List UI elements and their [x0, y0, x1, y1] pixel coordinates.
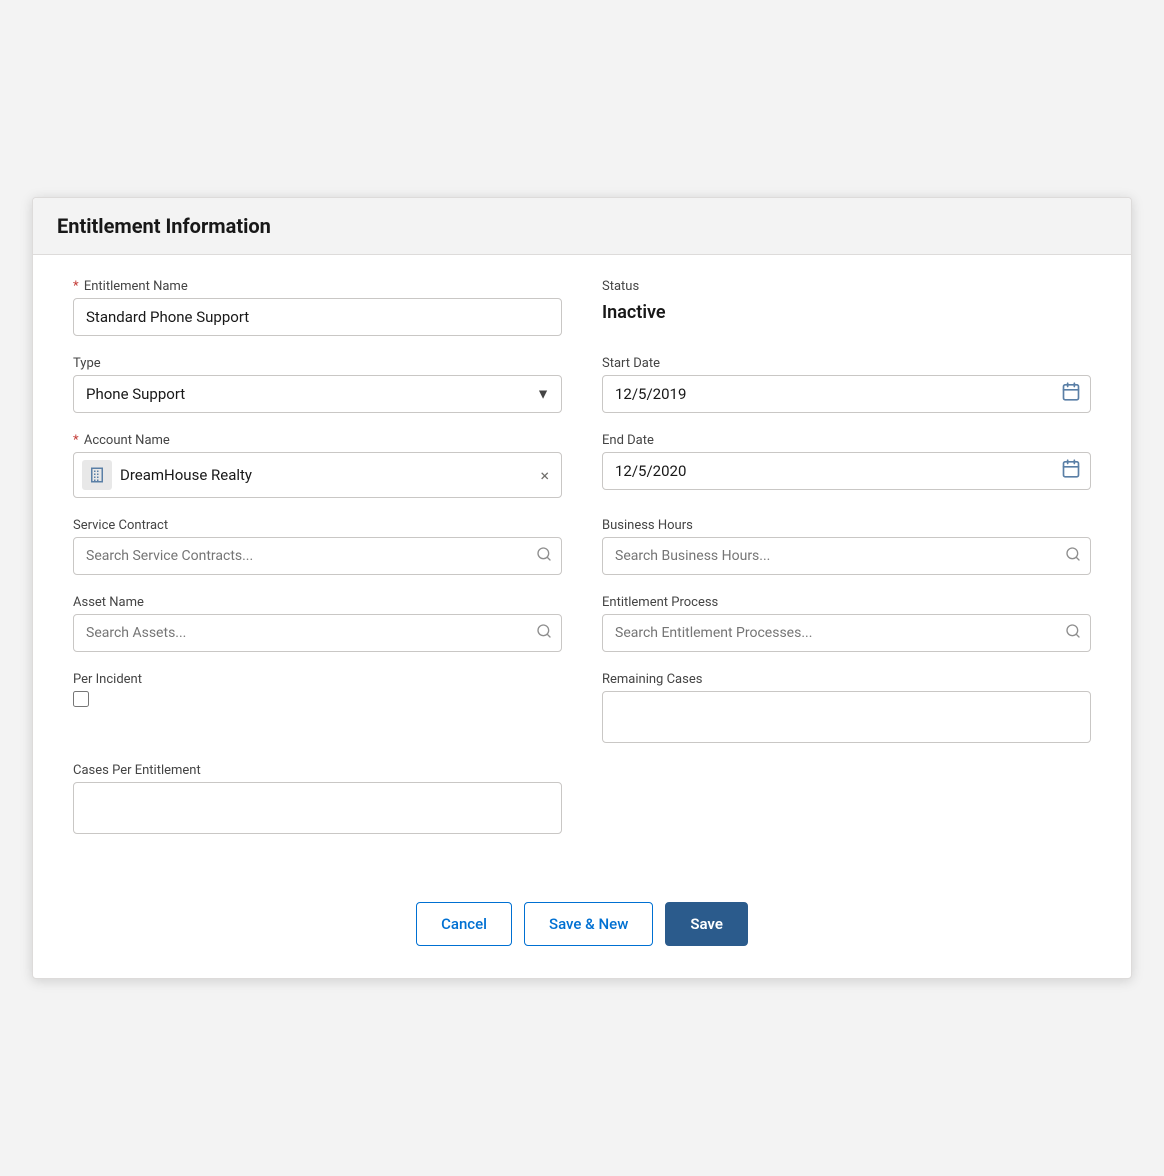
- service-contract-group: Service Contract: [73, 518, 562, 575]
- type-select-wrapper: Phone Support Web Support Email Support …: [73, 375, 562, 413]
- per-incident-label: Per Incident: [73, 672, 562, 687]
- business-hours-wrapper: [602, 537, 1091, 575]
- entitlement-process-wrapper: [602, 614, 1091, 652]
- status-value: Inactive: [602, 302, 1091, 323]
- end-date-wrapper: [602, 452, 1091, 490]
- start-date-input[interactable]: [602, 375, 1091, 413]
- end-date-input[interactable]: [602, 452, 1091, 490]
- cases-per-entitlement-label: Cases Per Entitlement: [73, 763, 562, 778]
- modal-body: * Entitlement Name Status Inactive Type …: [33, 255, 1131, 878]
- asset-name-group: Asset Name: [73, 595, 562, 652]
- start-date-group: Start Date: [602, 356, 1091, 413]
- end-date-label: End Date: [602, 433, 1091, 448]
- end-date-group: End Date: [602, 433, 1091, 498]
- type-group: Type Phone Support Web Support Email Sup…: [73, 356, 562, 413]
- service-contract-input[interactable]: [73, 537, 562, 575]
- service-contract-wrapper: [73, 537, 562, 575]
- save-new-button[interactable]: Save & New: [524, 902, 653, 946]
- save-button[interactable]: Save: [665, 902, 748, 946]
- form-grid: * Entitlement Name Status Inactive Type …: [73, 279, 1091, 854]
- type-label: Type: [73, 356, 562, 371]
- per-incident-checkbox-wrapper: [73, 691, 562, 707]
- per-incident-group: Per Incident: [73, 672, 562, 743]
- account-required-star: *: [73, 433, 79, 448]
- remaining-cases-label: Remaining Cases: [602, 672, 1091, 687]
- start-date-label: Start Date: [602, 356, 1091, 371]
- status-group: Status Inactive: [602, 279, 1091, 336]
- required-star: *: [73, 279, 79, 294]
- account-clear-icon[interactable]: ×: [536, 462, 553, 489]
- entitlement-process-input[interactable]: [602, 614, 1091, 652]
- type-select[interactable]: Phone Support Web Support Email Support: [73, 375, 562, 413]
- service-contract-label: Service Contract: [73, 518, 562, 533]
- account-name-value: DreamHouse Realty: [120, 466, 528, 484]
- modal-header: Entitlement Information: [33, 198, 1131, 255]
- asset-name-input[interactable]: [73, 614, 562, 652]
- business-hours-group: Business Hours: [602, 518, 1091, 575]
- cases-per-entitlement-input[interactable]: [73, 782, 562, 834]
- entitlement-name-group: * Entitlement Name: [73, 279, 562, 336]
- entitlement-modal: Entitlement Information * Entitlement Na…: [32, 197, 1132, 979]
- asset-name-wrapper: [73, 614, 562, 652]
- modal-title: Entitlement Information: [57, 214, 1107, 238]
- start-date-wrapper: [602, 375, 1091, 413]
- status-label: Status: [602, 279, 1091, 294]
- remaining-cases-input[interactable]: [602, 691, 1091, 743]
- modal-footer: Cancel Save & New Save: [33, 878, 1131, 978]
- business-hours-input[interactable]: [602, 537, 1091, 575]
- account-input-wrapper[interactable]: DreamHouse Realty ×: [73, 452, 562, 498]
- account-building-icon: [82, 460, 112, 490]
- per-incident-checkbox[interactable]: [73, 691, 89, 707]
- asset-name-label: Asset Name: [73, 595, 562, 610]
- business-hours-label: Business Hours: [602, 518, 1091, 533]
- entitlement-name-input[interactable]: [73, 298, 562, 336]
- cases-per-entitlement-group: Cases Per Entitlement: [73, 763, 562, 834]
- entitlement-process-label: Entitlement Process: [602, 595, 1091, 610]
- entitlement-name-label: * Entitlement Name: [73, 279, 562, 294]
- entitlement-process-group: Entitlement Process: [602, 595, 1091, 652]
- account-name-group: * Account Name DreamHouse Realty ×: [73, 433, 562, 498]
- account-name-label: * Account Name: [73, 433, 562, 448]
- cancel-button[interactable]: Cancel: [416, 902, 512, 946]
- remaining-cases-group: Remaining Cases: [602, 672, 1091, 743]
